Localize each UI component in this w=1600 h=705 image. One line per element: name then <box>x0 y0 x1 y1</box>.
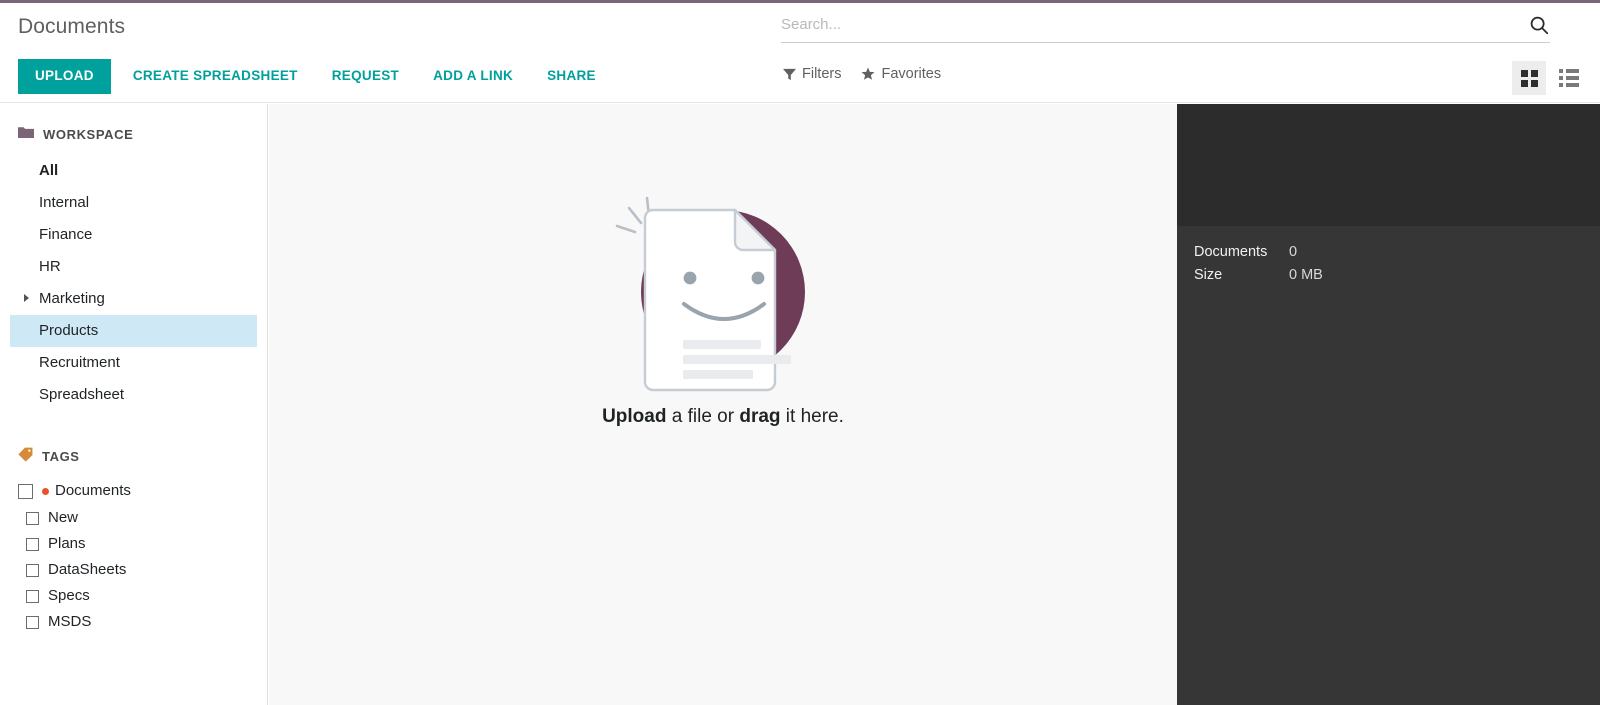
funnel-icon <box>783 68 796 81</box>
filters-label: Filters <box>802 66 842 82</box>
tag-color-dot <box>42 487 49 495</box>
sidebar-item-label: Spreadsheet <box>39 386 125 403</box>
documents-drop-area[interactable]: Upload a file or drag it here. <box>269 104 1177 705</box>
stat-value: 0 <box>1289 244 1298 260</box>
list-view-button[interactable] <box>1552 61 1586 95</box>
inspector-panel: Documents 0 Size 0 MB <box>1177 104 1600 705</box>
workspace-title: WORKSPACE <box>43 126 134 142</box>
grid-view-icon <box>1520 69 1538 87</box>
empty-state-caption: Upload a file or drag it here. <box>583 406 863 428</box>
stat-row-size: Size 0 MB <box>1194 267 1600 283</box>
preview-area <box>1177 104 1600 226</box>
filters-menu[interactable]: Filters <box>783 66 841 82</box>
tag-item-specs[interactable]: Specs <box>0 583 267 609</box>
tag-checkbox[interactable] <box>26 511 39 525</box>
upload-button[interactable]: UPLOAD <box>18 59 111 94</box>
sidebar-item-internal[interactable]: Internal <box>10 187 257 219</box>
sidebar-item-label: Recruitment <box>39 354 120 371</box>
workspace-list: All Internal Finance HR Marketing Produc… <box>0 155 267 411</box>
control-panel: Documents UPLOAD CREATE SPREADSHEET REQU… <box>0 3 1600 103</box>
folder-icon <box>18 126 34 142</box>
caption-upload-word: Upload <box>602 406 667 427</box>
sidebar-item-hr[interactable]: HR <box>10 251 257 283</box>
view-switcher <box>1512 61 1586 95</box>
sidebar-item-label: Products <box>39 322 99 339</box>
tag-checkbox[interactable] <box>26 537 39 551</box>
tag-item-msds[interactable]: MSDS <box>0 609 267 635</box>
sidebar-item-label: Marketing <box>39 290 105 307</box>
tag-item-datasheets[interactable]: DataSheets <box>0 557 267 583</box>
sidebar-item-label: All <box>39 162 59 179</box>
caption-end-text: it here. <box>780 406 844 427</box>
tag-item-new[interactable]: New <box>0 505 267 531</box>
list-view-icon <box>1559 69 1579 87</box>
create-spreadsheet-button[interactable]: CREATE SPREADSHEET <box>121 59 310 94</box>
tag-checkbox[interactable] <box>26 589 39 603</box>
search-input[interactable] <box>781 15 1501 37</box>
tag-list: Documents New Plans DataSheets Specs MSD… <box>0 477 267 635</box>
sidebar-item-products[interactable]: Products <box>10 315 257 347</box>
search-icon[interactable] <box>1528 14 1550 36</box>
chevron-right-icon[interactable] <box>24 294 29 302</box>
stat-label: Documents <box>1194 244 1268 260</box>
sidebar-item-label: Finance <box>39 226 93 243</box>
tag-icon <box>18 447 33 465</box>
stat-row-documents: Documents 0 <box>1194 244 1600 260</box>
caption-mid-text: a file or <box>666 406 740 427</box>
inspector-stats: Documents 0 Size 0 MB <box>1177 226 1600 283</box>
sidebar-item-label: HR <box>39 258 61 275</box>
tag-checkbox[interactable] <box>26 615 39 629</box>
stat-label: Size <box>1194 267 1223 283</box>
sidebar-item-marketing[interactable]: Marketing <box>10 283 257 315</box>
stat-value: 0 MB <box>1289 267 1323 283</box>
favorites-label: Favorites <box>881 66 942 82</box>
caption-drag-word: drag <box>739 406 781 427</box>
sidebar-item-all[interactable]: All <box>10 155 257 187</box>
breadcrumb: Documents <box>18 15 126 38</box>
grid-view-button[interactable] <box>1512 61 1546 95</box>
empty-state: Upload a file or drag it here. <box>583 182 863 428</box>
tag-item-plans[interactable]: Plans <box>0 531 267 557</box>
sidebar-item-label: Internal <box>39 194 90 211</box>
tag-facet-label: Documents <box>55 482 131 499</box>
sidebar-item-finance[interactable]: Finance <box>10 219 257 251</box>
tag-label: Specs <box>48 587 90 604</box>
tag-label: DataSheets <box>48 561 127 578</box>
add-a-link-button[interactable]: ADD A LINK <box>421 59 525 94</box>
action-button-row: UPLOAD CREATE SPREADSHEET REQUEST ADD A … <box>18 59 608 94</box>
request-button[interactable]: REQUEST <box>320 59 411 94</box>
sidebar-item-recruitment[interactable]: Recruitment <box>10 347 257 379</box>
star-icon <box>861 67 875 81</box>
documents-app: Documents UPLOAD CREATE SPREADSHEET REQU… <box>0 0 1600 705</box>
tag-facet-checkbox[interactable] <box>18 483 33 499</box>
sidebar-item-spreadsheet[interactable]: Spreadsheet <box>10 379 257 411</box>
favorites-menu[interactable]: Favorites <box>861 66 941 82</box>
tag-label: Plans <box>48 535 86 552</box>
tag-label: New <box>48 509 79 526</box>
search-bar[interactable] <box>781 15 1550 43</box>
tag-facet-documents[interactable]: Documents <box>0 477 267 505</box>
tag-label: MSDS <box>48 613 92 630</box>
workspace-section-header: WORKSPACE <box>0 126 267 142</box>
share-button[interactable]: SHARE <box>535 59 608 94</box>
tags-section-header: TAGS <box>0 447 267 465</box>
sidebar: WORKSPACE All Internal Finance HR Market… <box>0 104 268 705</box>
smiling-document-icon <box>583 182 863 392</box>
filter-menu-row: Filters Favorites <box>783 66 941 82</box>
tags-title: TAGS <box>42 448 80 464</box>
tag-checkbox[interactable] <box>26 563 39 577</box>
